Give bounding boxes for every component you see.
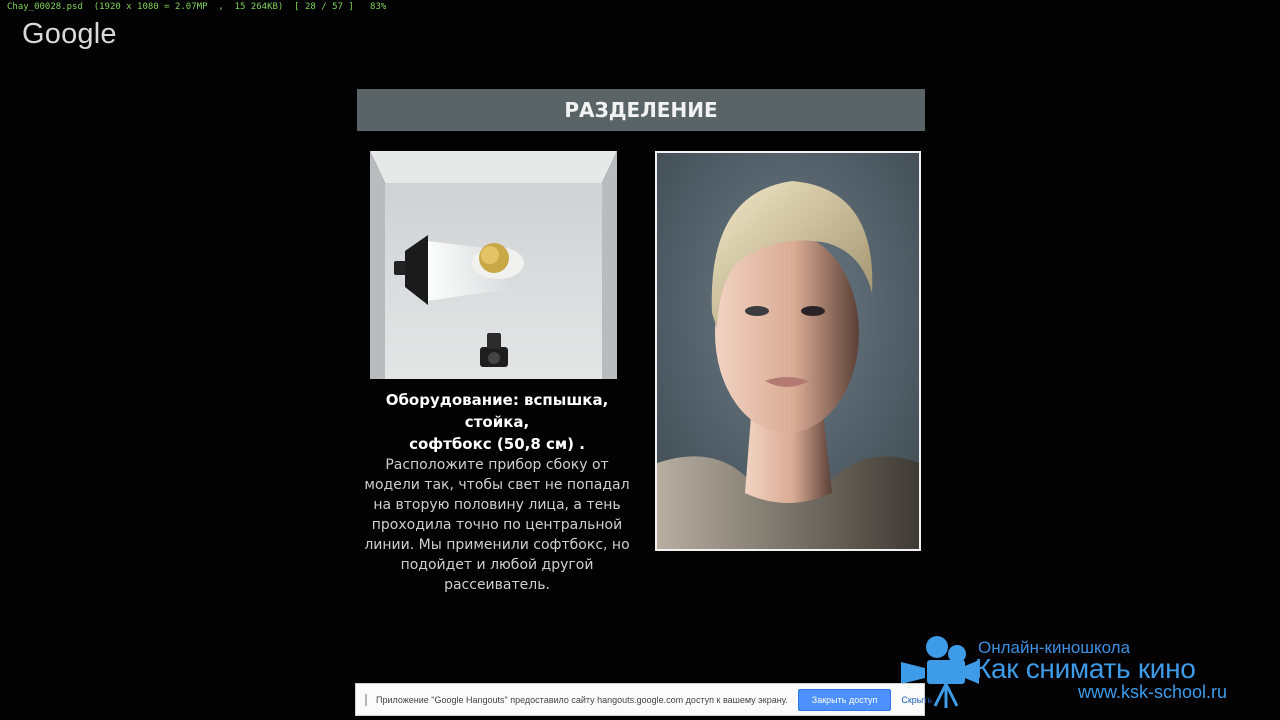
hide-button[interactable]: Скрыть (901, 695, 932, 705)
caption-line: проходила точно по центральной (371, 517, 623, 533)
slide-title-bar: РАЗДЕЛЕНИЕ (357, 89, 925, 131)
google-logo: Google (22, 18, 117, 50)
studio-back-wall (370, 151, 617, 183)
caption-line: модели так, чтобы свет не попадал (364, 477, 630, 493)
caption-line: подойдет и любой другой (400, 557, 594, 573)
portrait-eye-right (801, 306, 825, 316)
caption-line: линии. Мы применили софтбокс, но (364, 537, 630, 553)
caption-bold-line-2: софтбокс (50,8 см) . (409, 435, 585, 453)
portrait-eye-left (745, 306, 769, 316)
studio-left-wall (370, 151, 385, 379)
drag-handle-icon[interactable] (365, 693, 367, 706)
caption-line: Расположите прибор сбоку от (385, 457, 609, 473)
portrait-photo (655, 151, 921, 551)
slide-title: РАЗДЕЛЕНИЕ (564, 98, 718, 122)
viewer-status-text: Chay_00028.psd (1920 x 1080 = 2.07MP , 1… (7, 2, 387, 12)
caption-bold-line-1: Оборудование: вспышка, стойка, (385, 391, 609, 431)
screen-share-message: Приложение "Google Hangouts" предоставил… (376, 694, 788, 705)
equipment-caption: Оборудование: вспышка, стойка, софтбокс … (357, 389, 637, 595)
school-url[interactable]: www.ksk-school.ru (1078, 682, 1227, 703)
flash-head-icon (394, 261, 406, 275)
caption-line: рассеиватель. (444, 577, 550, 593)
caption-line: на вторую половину лица, а тень (373, 497, 621, 513)
screen-share-bar: Приложение "Google Hangouts" предоставил… (355, 683, 932, 716)
studio-right-wall (602, 151, 617, 379)
school-name: Как снимать кино (975, 653, 1196, 684)
lighting-diagram (370, 151, 617, 379)
portrait-illustration (657, 153, 919, 549)
stop-sharing-button[interactable]: Закрыть доступ (797, 688, 892, 711)
